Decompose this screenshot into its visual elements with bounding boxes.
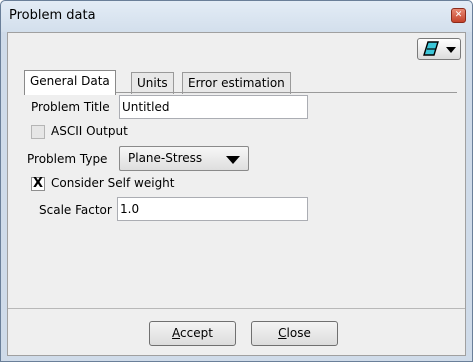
chevron-down-icon xyxy=(446,47,456,53)
tab-label: Units xyxy=(137,76,168,90)
close-window-button[interactable]: ✕ xyxy=(451,8,466,23)
close-mnemonic: C xyxy=(278,326,287,340)
tab-label: Error estimation xyxy=(188,76,285,90)
problem-data-window: Problem data ✕ General Data Units Error … xyxy=(0,0,473,362)
accept-mnemonic: A xyxy=(172,326,181,340)
general-data-panel xyxy=(24,92,457,292)
tab-error-estimation[interactable]: Error estimation xyxy=(182,72,291,94)
accept-label: ccept xyxy=(180,326,213,340)
self-weight-label: Consider Self weight xyxy=(51,176,175,190)
tab-general-data[interactable]: General Data xyxy=(24,70,116,95)
self-weight-checkbox[interactable]: X xyxy=(31,176,45,191)
tool-menu-button[interactable] xyxy=(417,38,461,60)
problem-title-label: Problem Title xyxy=(31,100,110,114)
scale-factor-label: Scale Factor xyxy=(39,203,112,217)
close-icon: ✕ xyxy=(454,10,463,20)
content-area: General Data Units Error estimation Prob… xyxy=(8,33,465,309)
tab-units[interactable]: Units xyxy=(131,72,174,94)
window-title: Problem data xyxy=(9,8,96,23)
title-bar[interactable]: Problem data ✕ xyxy=(1,1,472,32)
problem-title-input[interactable]: Untitled xyxy=(119,95,308,119)
close-button[interactable]: Close xyxy=(251,321,338,346)
eraser-icon xyxy=(423,41,439,56)
problem-type-value: Plane-Stress xyxy=(128,151,203,165)
accept-button[interactable]: Accept xyxy=(149,321,236,346)
tab-label: General Data xyxy=(30,74,110,88)
ascii-output-label: ASCII Output xyxy=(51,124,128,138)
ascii-output-checkbox[interactable] xyxy=(31,125,45,139)
chevron-down-icon xyxy=(226,156,240,164)
check-mark-icon: X xyxy=(33,176,44,191)
problem-type-label: Problem Type xyxy=(27,152,108,166)
scale-factor-input[interactable]: 1.0 xyxy=(117,197,308,221)
close-label: lose xyxy=(286,326,311,340)
dialog-body: General Data Units Error estimation Prob… xyxy=(7,32,466,356)
problem-type-select[interactable]: Plane-Stress xyxy=(119,146,249,171)
